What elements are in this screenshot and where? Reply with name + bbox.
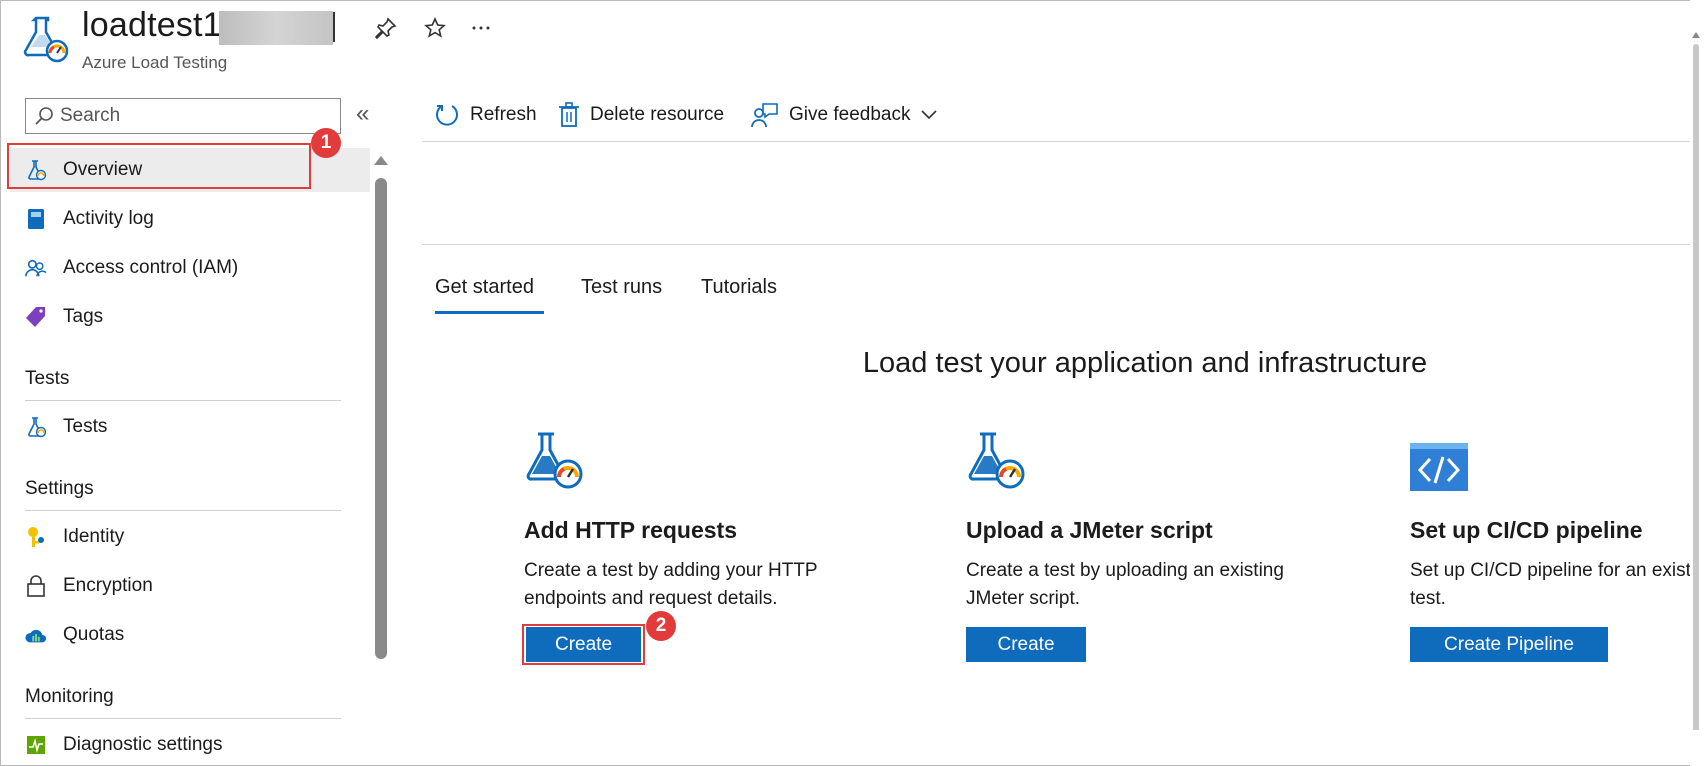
card-description-line: Create a test by uploading an existing bbox=[966, 560, 1284, 581]
tab-test-runs[interactable]: Test runs bbox=[581, 276, 662, 299]
sidebar-item-identity[interactable]: Identity bbox=[10, 515, 370, 559]
trash-icon bbox=[558, 102, 580, 128]
more-icon[interactable] bbox=[467, 14, 495, 42]
activity-log-icon bbox=[25, 208, 47, 230]
search-icon bbox=[35, 107, 53, 125]
card-title-cicd: Set up CI/CD pipeline bbox=[1410, 517, 1643, 543]
code-brackets-icon bbox=[1410, 443, 1468, 491]
sidebar-item-label: Tags bbox=[63, 306, 104, 327]
card-title-upload-jmeter: Upload a JMeter script bbox=[966, 517, 1213, 543]
search-input[interactable] bbox=[60, 105, 320, 127]
tag-icon bbox=[25, 306, 47, 328]
highlight-box-overview bbox=[7, 143, 311, 189]
load-testing-flask-icon bbox=[25, 416, 47, 438]
section-divider bbox=[25, 400, 341, 401]
give-feedback-button[interactable]: Give feedback bbox=[751, 100, 938, 130]
feedback-person-icon bbox=[751, 102, 779, 128]
card-description: Create a test by uploading an existing J… bbox=[966, 557, 1296, 613]
tab-tutorials[interactable]: Tutorials bbox=[701, 276, 777, 299]
create-pipeline-button[interactable]: Create Pipeline bbox=[1410, 627, 1608, 662]
scroll-up-arrow[interactable] bbox=[374, 156, 388, 165]
highlight-box-create bbox=[522, 624, 645, 665]
card-description: Create a test by adding your HTTP endpoi… bbox=[524, 557, 854, 613]
sidebar-item-label: Quotas bbox=[63, 624, 125, 645]
sidebar-scrollbar[interactable] bbox=[375, 178, 387, 659]
refresh-icon bbox=[434, 102, 460, 128]
card-description-line: endpoints and request details. bbox=[524, 588, 778, 609]
page-title: loadtest1 bbox=[82, 6, 222, 44]
sidebar-item-quotas[interactable]: Quotas bbox=[10, 613, 370, 657]
lock-icon bbox=[25, 575, 47, 597]
card-description-line: Create a test by adding your HTTP bbox=[524, 560, 818, 581]
sidebar-item-label: Tests bbox=[63, 416, 108, 437]
collapse-sidebar-icon[interactable]: « bbox=[356, 100, 369, 128]
right-edge bbox=[1690, 0, 1705, 766]
text-cursor bbox=[333, 12, 335, 42]
sidebar-item-tags[interactable]: Tags bbox=[10, 295, 370, 339]
section-divider bbox=[25, 510, 341, 511]
sidebar-item-label: Access control (IAM) bbox=[63, 257, 239, 278]
card-title-add-http: Add HTTP requests bbox=[524, 517, 737, 543]
tab-get-started[interactable]: Get started bbox=[435, 276, 534, 299]
sidebar-item-label: Diagnostic settings bbox=[63, 734, 223, 755]
essentials-divider bbox=[422, 244, 1705, 245]
delete-resource-label: Delete resource bbox=[590, 104, 725, 125]
main-scrollbar[interactable] bbox=[1690, 30, 1702, 730]
redacted-name-block bbox=[219, 11, 333, 45]
load-testing-flask-icon bbox=[526, 432, 583, 489]
sidebar-item-encryption[interactable]: Encryption bbox=[10, 564, 370, 608]
step-badge: 1 bbox=[311, 128, 341, 158]
section-divider bbox=[25, 718, 341, 719]
sidebar-item-tests[interactable]: Tests bbox=[10, 405, 370, 449]
identity-key-icon bbox=[25, 526, 47, 548]
sidebar-item-label: Encryption bbox=[63, 575, 153, 596]
star-icon[interactable] bbox=[421, 14, 449, 42]
chevron-down-icon bbox=[920, 104, 938, 126]
section-heading-settings: Settings bbox=[25, 478, 94, 499]
sidebar-item-label: Identity bbox=[63, 526, 125, 547]
sidebar-item-activity-log[interactable]: Activity log bbox=[10, 197, 370, 241]
search-box[interactable] bbox=[25, 98, 341, 134]
sidebar-item-access-control[interactable]: Access control (IAM) bbox=[10, 246, 370, 290]
people-icon bbox=[25, 257, 47, 279]
refresh-label: Refresh bbox=[470, 104, 537, 125]
main-heading: Load test your application and infrastru… bbox=[862, 347, 1428, 379]
give-feedback-label: Give feedback bbox=[789, 104, 911, 125]
active-tab-indicator bbox=[435, 311, 544, 314]
card-description-line: Set up CI/CD pipeline for an exist bbox=[1410, 560, 1691, 581]
sidebar-item-label: Activity log bbox=[63, 208, 154, 229]
load-testing-flask-icon bbox=[23, 16, 69, 63]
pin-icon[interactable] bbox=[372, 14, 400, 42]
refresh-button[interactable]: Refresh bbox=[434, 100, 537, 130]
delete-resource-button[interactable]: Delete resource bbox=[558, 100, 724, 130]
create-jmeter-test-button[interactable]: Create bbox=[966, 627, 1086, 662]
card-description-line: JMeter script. bbox=[966, 588, 1081, 609]
section-heading-monitoring: Monitoring bbox=[25, 686, 114, 707]
card-description: Set up CI/CD pipeline for an exist test. bbox=[1410, 557, 1700, 613]
sidebar-item-diagnostic-settings[interactable]: Diagnostic settings bbox=[10, 723, 370, 766]
page-subtitle: Azure Load Testing bbox=[82, 53, 228, 72]
cloud-quota-icon bbox=[25, 624, 47, 646]
card-description-line: test. bbox=[1410, 588, 1446, 609]
diagnostic-icon bbox=[25, 734, 47, 756]
load-testing-flask-icon bbox=[968, 432, 1025, 489]
step-badge: 2 bbox=[646, 611, 676, 641]
toolbar-divider bbox=[422, 141, 1705, 142]
section-heading-tests: Tests bbox=[25, 368, 70, 389]
